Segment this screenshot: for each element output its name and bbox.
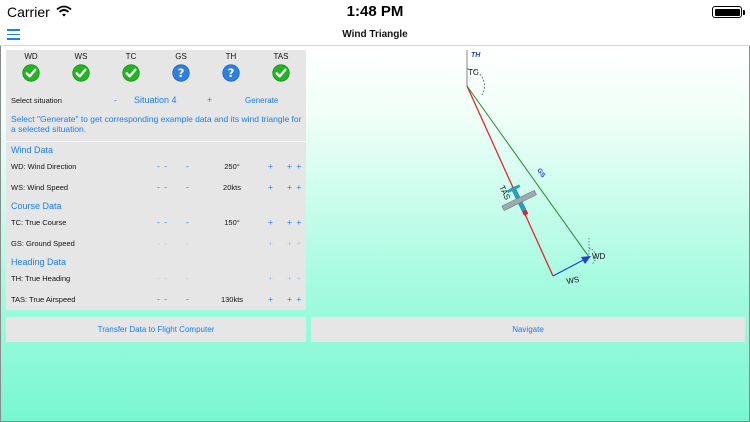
question-icon: ? (172, 64, 190, 82)
checkmark-icon (72, 64, 90, 82)
th-label: TH (471, 52, 481, 59)
svg-text:?: ? (178, 66, 185, 80)
row-true-course: TC: True Course - - - 150° + + + (6, 216, 306, 230)
decrement-button: - (186, 273, 189, 283)
status-ws: WS (61, 52, 101, 82)
status-th: TH ? (211, 52, 251, 82)
decrement-button[interactable]: - (186, 294, 189, 304)
main-content: WD WS TC GS ? TH ? TAS Select situation … (0, 46, 750, 422)
page-title: Wind Triangle (342, 29, 408, 40)
status-label: GS (175, 52, 187, 61)
decrement-button[interactable]: - (186, 182, 189, 192)
row-ground-speed: GS: Ground Speed - - - + + + (6, 237, 306, 251)
situation-label: Select situation (11, 96, 62, 105)
checkmark-icon (22, 64, 40, 82)
battery-icon (712, 6, 742, 18)
decrement-large-button: - - (157, 238, 169, 248)
row-value: 150° (224, 218, 240, 227)
increment-large-button: + + (287, 238, 303, 248)
increment-button[interactable]: + (268, 294, 273, 304)
tas-label: TAS (497, 184, 512, 201)
battery-tip (743, 10, 745, 15)
status-tas: TAS (261, 52, 301, 82)
status-wd: WD (11, 52, 51, 82)
decrement-large-button: - - (157, 273, 169, 283)
situation-description: Select "Generate" to get corresponding e… (11, 114, 302, 134)
checkmark-icon (122, 64, 140, 82)
decrement-button: - (186, 238, 189, 248)
row-label: WD: Wind Direction (11, 162, 77, 171)
increment-button: + (268, 273, 273, 283)
status-tc: TC (111, 52, 151, 82)
increment-large-button[interactable]: + + (287, 217, 302, 227)
tas-vector (466, 85, 554, 277)
status-label: TH (225, 52, 237, 61)
row-true-heading: TH: True Heading - - - + + + (6, 272, 306, 286)
row-label: TAS: True Airspeed (11, 295, 76, 304)
status-label: TAS (273, 52, 289, 61)
navigation-bar: Wind Triangle (0, 24, 750, 46)
status-label: WS (74, 52, 88, 61)
increment-button[interactable]: + (268, 217, 273, 227)
status-gs: GS ? (161, 52, 201, 82)
row-label: GS: Ground Speed (11, 239, 75, 248)
decrement-button[interactable]: - (186, 217, 189, 227)
increment-large-button[interactable]: + + (287, 161, 302, 171)
increment-button[interactable]: + (268, 161, 273, 171)
gs-vector (466, 85, 590, 258)
row-wind-direction: WD: Wind Direction - - - 250° + + + (6, 160, 306, 174)
status-bar: Carrier 1:48 PM (0, 0, 750, 24)
section-title-course: Course Data (11, 201, 62, 211)
decrement-large-button[interactable]: - - (157, 161, 168, 171)
row-value: 130kts (220, 295, 244, 304)
tc-label: TC (468, 68, 479, 77)
decrement-large-button[interactable]: - - (157, 294, 168, 304)
increment-button: + (268, 238, 273, 248)
generate-button[interactable]: Generate (245, 96, 278, 105)
checkmark-icon (272, 64, 290, 82)
increment-large-button[interactable]: + + (287, 294, 302, 304)
wd-label: WD (592, 252, 606, 261)
navigate-button[interactable]: Navigate (311, 317, 745, 342)
row-wind-speed: WS: Wind Speed - - - 20kts + + + (6, 181, 306, 195)
decrement-button[interactable]: - (186, 161, 189, 171)
row-label: TH: True Heading (11, 274, 71, 283)
increment-large-button[interactable]: + + (287, 182, 302, 192)
row-value: 20kts (223, 183, 241, 192)
situation-value: Situation 4 (134, 95, 177, 105)
situation-previous-button[interactable]: - (114, 96, 117, 105)
status-label: WD (24, 52, 38, 61)
clock: 1:48 PM (346, 3, 404, 20)
row-value: 250° (224, 162, 240, 171)
section-title-wind: Wind Data (11, 145, 54, 155)
section-title-heading: Heading Data (11, 257, 67, 267)
increment-button[interactable]: + (268, 182, 273, 192)
row-label: TC: True Course (11, 218, 67, 227)
increment-large-button: + + (287, 273, 303, 283)
transfer-data-button[interactable]: Transfer Data to Flight Computer (6, 317, 306, 342)
status-label: TC (125, 52, 137, 61)
situation-next-button[interactable]: + (207, 95, 212, 105)
decrement-large-button[interactable]: - - (157, 217, 168, 227)
ws-label: WS (566, 275, 580, 286)
row-label: WS: Wind Speed (11, 183, 69, 192)
gs-label: GS (535, 167, 546, 179)
data-panel: Wind Data WD: Wind Direction - - - 250° … (6, 142, 306, 310)
row-true-airspeed: TAS: True Airspeed - - - 130kts + + + (6, 293, 306, 307)
wind-triangle-diagram: TH TC TAS GS WD WS (466, 50, 606, 286)
question-icon: ? (222, 64, 240, 82)
svg-text:?: ? (228, 66, 235, 80)
decrement-large-button[interactable]: - - (157, 182, 168, 192)
situation-panel: Select situation - Situation 4 + Generat… (6, 87, 306, 141)
status-panel: WD WS TC GS ? TH ? TAS (6, 50, 306, 88)
